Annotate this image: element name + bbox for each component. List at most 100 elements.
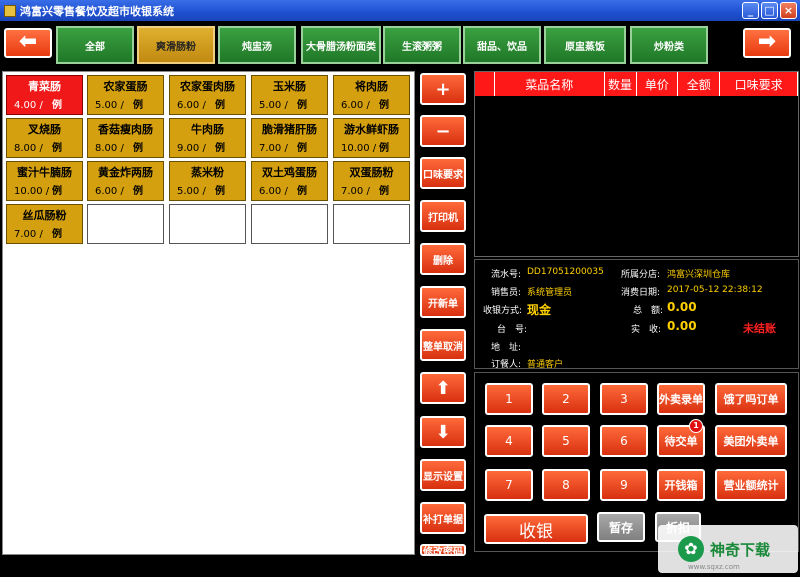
keypad-number-6[interactable]: 6 bbox=[600, 425, 648, 457]
dish-button[interactable]: 丝瓜肠粉 7.00 / 例 bbox=[6, 204, 83, 244]
category-tab[interactable]: 原盅蒸饭 bbox=[544, 26, 626, 64]
change-password-button[interactable]: 修改密码 bbox=[420, 544, 466, 558]
dish-button[interactable]: 农家蛋肠 5.00 / 例 bbox=[87, 75, 164, 115]
order-column-header: 数量 bbox=[605, 72, 637, 96]
dish-button[interactable]: 香菇瘦肉肠 8.00 / 例 bbox=[87, 118, 164, 158]
dish-button[interactable]: 青菜肠 4.00 / 例 bbox=[6, 75, 83, 115]
dish-name: 蒸米粉 bbox=[191, 166, 224, 179]
category-tab[interactable]: 生滚粥粥 bbox=[383, 26, 461, 64]
category-tab[interactable]: 炒粉类 bbox=[630, 26, 708, 64]
keypad-number-4[interactable]: 4 bbox=[485, 425, 533, 457]
category-tab[interactable]: 全部 bbox=[56, 26, 134, 64]
printer-button[interactable]: 打印机 bbox=[420, 200, 466, 232]
dish-button[interactable]: 农家蛋肉肠 6.00 / 例 bbox=[169, 75, 246, 115]
dish-button[interactable]: 双土鸡蛋肠 6.00 / 例 bbox=[251, 161, 328, 201]
dish-price: 10.00 / bbox=[14, 186, 50, 197]
dish-name: 农家蛋肠 bbox=[103, 80, 148, 93]
order-table-header: 菜品名称 数量 单价 全额 口味要求 bbox=[475, 72, 799, 96]
cancel-order-button[interactable]: 整单取消 bbox=[420, 329, 466, 361]
dish-name: 将肉肠 bbox=[355, 80, 388, 93]
category-tab[interactable]: 炖盅汤 bbox=[218, 26, 296, 64]
keypad-number-5[interactable]: 5 bbox=[542, 425, 590, 457]
dish-name: 青菜肠 bbox=[28, 80, 61, 93]
dish-unit: 例 bbox=[52, 100, 62, 111]
minimize-button[interactable]: _ bbox=[742, 2, 759, 19]
dish-price: 5.00 / bbox=[95, 100, 124, 111]
dish-button[interactable]: 牛肉肠 9.00 / 例 bbox=[169, 118, 246, 158]
maximize-button[interactable]: □ bbox=[761, 2, 778, 19]
dish-name: 黄金炸两肠 bbox=[98, 166, 153, 179]
meituan-orders-button[interactable]: 美团外卖单 bbox=[715, 425, 787, 457]
branch-value: 鸿富兴深圳仓库 bbox=[667, 270, 731, 280]
revenue-stats-button[interactable]: 营业额统计 bbox=[715, 469, 787, 501]
dish-price: 8.00 / bbox=[95, 143, 124, 154]
new-order-button[interactable]: 开新单 bbox=[420, 286, 466, 318]
keypad-number-2[interactable]: 2 bbox=[542, 383, 590, 415]
category-tab[interactable]: 爽滑肠粉 bbox=[137, 26, 215, 64]
reprint-button[interactable]: 补打单据 bbox=[420, 502, 466, 534]
takeout-entry-button[interactable]: 外卖录单 bbox=[657, 383, 705, 415]
dish-price: 6.00 / bbox=[259, 186, 288, 197]
display-settings-button[interactable]: 显示设置 bbox=[420, 459, 466, 491]
category-tab[interactable]: 大骨腊汤粉面类 bbox=[301, 26, 381, 64]
up-arrow-icon[interactable]: ⬆ bbox=[420, 372, 466, 404]
dish-button[interactable]: 脆滑猪肝肠 7.00 / 例 bbox=[251, 118, 328, 158]
watermark-url: www.sqxz.com bbox=[688, 563, 740, 571]
keypad-number-7[interactable]: 7 bbox=[485, 469, 533, 501]
status-badge: 未结账 bbox=[743, 322, 776, 335]
empty-dish-slot bbox=[169, 204, 246, 244]
dish-unit: 例 bbox=[215, 186, 225, 197]
plus-button[interactable]: + bbox=[420, 73, 466, 105]
keypad-number-8[interactable]: 8 bbox=[542, 469, 590, 501]
pending-order-button[interactable]: 待交单 1 bbox=[657, 419, 705, 457]
dish-button[interactable]: 玉米肠 5.00 / 例 bbox=[251, 75, 328, 115]
received-value: 0.00 bbox=[667, 319, 697, 333]
empty-dish-slot bbox=[87, 204, 164, 244]
dish-button[interactable]: 蒸米粉 5.00 / 例 bbox=[169, 161, 246, 201]
category-tab[interactable]: 甜品、饮品 bbox=[463, 26, 541, 64]
minus-button[interactable]: − bbox=[420, 115, 466, 147]
dish-button[interactable]: 游水鲜虾肠 10.00 /例 bbox=[333, 118, 410, 158]
dish-unit: 例 bbox=[297, 143, 307, 154]
dish-button[interactable]: 蜜汁牛腩肠 10.00 /例 bbox=[6, 161, 83, 201]
order-column-header: 菜品名称 bbox=[495, 72, 605, 96]
taste-request-button[interactable]: 口味要求 bbox=[420, 157, 466, 189]
dish-price: 9.00 / bbox=[177, 143, 206, 154]
down-arrow-icon[interactable]: ⬇ bbox=[420, 416, 466, 448]
watermark-logo-icon: ✿ bbox=[678, 536, 704, 562]
dish-name: 牛肉肠 bbox=[191, 123, 224, 136]
checkout-button[interactable]: 收银 bbox=[484, 514, 588, 544]
dish-menu-panel: 青菜肠 4.00 / 例 农家蛋肠 5.00 / 例 农家蛋肉肠 6.00 / 例 玉米肠 5.00… bbox=[2, 71, 415, 555]
prev-arrow-icon[interactable]: ⬅ bbox=[4, 28, 52, 58]
title-bar: 鸿富兴零售餐饮及超市收银系统 _ □ × bbox=[0, 0, 800, 21]
window-controls: _ □ × bbox=[742, 2, 797, 19]
delete-button[interactable]: 删除 bbox=[420, 243, 466, 275]
dish-unit: 例 bbox=[215, 143, 225, 154]
dish-price: 4.00 / bbox=[14, 100, 43, 111]
total-value: 0.00 bbox=[667, 300, 697, 314]
hold-button[interactable]: 暂存 bbox=[597, 512, 645, 542]
dish-price: 5.00 / bbox=[177, 186, 206, 197]
dish-button[interactable]: 将肉肠 6.00 / 例 bbox=[333, 75, 410, 115]
close-button[interactable]: × bbox=[780, 2, 797, 19]
eleme-orders-button[interactable]: 饿了吗订单 bbox=[715, 383, 787, 415]
open-cashbox-button[interactable]: 开钱箱 bbox=[657, 469, 705, 501]
paymethod-label: 收银方式: bbox=[483, 306, 523, 316]
dish-price: 5.00 / bbox=[259, 100, 288, 111]
dish-button[interactable]: 双蛋肠粉 7.00 / 例 bbox=[333, 161, 410, 201]
dish-name: 双土鸡蛋肠 bbox=[262, 166, 317, 179]
next-arrow-icon[interactable]: ➡ bbox=[743, 28, 791, 58]
dish-unit: 例 bbox=[133, 186, 143, 197]
dish-name: 香菇瘦肉肠 bbox=[98, 123, 153, 136]
dish-button[interactable]: 黄金炸两肠 6.00 / 例 bbox=[87, 161, 164, 201]
keypad-number-3[interactable]: 3 bbox=[600, 383, 648, 415]
keypad-number-9[interactable]: 9 bbox=[600, 469, 648, 501]
dish-button[interactable]: 叉烧肠 8.00 / 例 bbox=[6, 118, 83, 158]
order-column-header bbox=[475, 72, 495, 96]
paymethod-value: 现金 bbox=[527, 303, 552, 317]
app-icon bbox=[4, 4, 16, 17]
dish-price: 7.00 / bbox=[14, 229, 43, 240]
dish-unit: 例 bbox=[297, 100, 307, 111]
dish-name: 蜜汁牛腩肠 bbox=[17, 166, 72, 179]
keypad-number-1[interactable]: 1 bbox=[485, 383, 533, 415]
